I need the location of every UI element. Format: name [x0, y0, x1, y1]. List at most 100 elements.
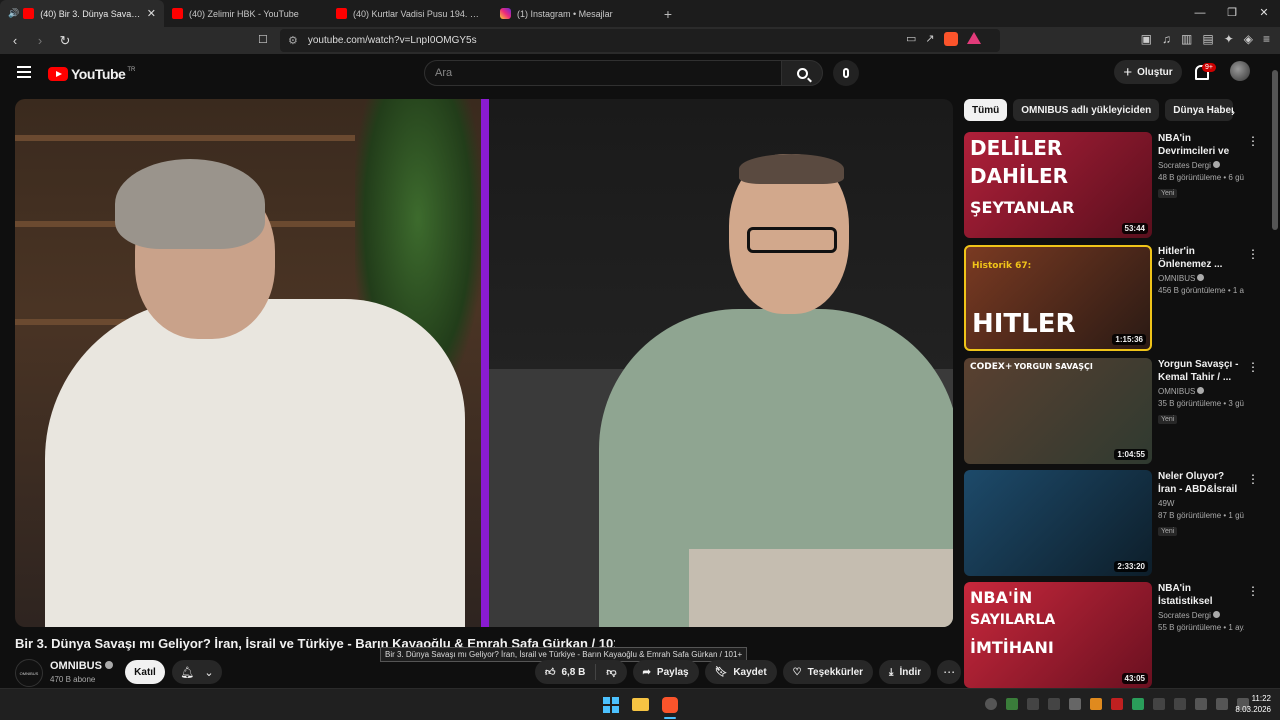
bookmark-icon[interactable]: ☐: [258, 33, 268, 46]
file-explorer-icon[interactable]: [632, 698, 649, 711]
browser-tab-2[interactable]: (40) Kurtlar Vadisi Pusu 194. Bölüm -: [328, 0, 492, 27]
hamburger-menu-icon[interactable]: [17, 66, 31, 78]
tray-app-icon[interactable]: [1048, 698, 1060, 710]
menu-icon[interactable]: ≡: [1263, 32, 1270, 46]
notification-settings-button[interactable]: 🔔︎ ⌄: [172, 660, 222, 684]
leo-ai-icon[interactable]: ✦: [1224, 32, 1234, 46]
bookmark-save-icon: 🔖︎: [714, 666, 728, 678]
recommendation-item[interactable]: DELİLER DAHİLER ŞEYTANLAR 53:44 NBA'in D…: [964, 132, 1264, 238]
new-tab-button[interactable]: +: [656, 0, 680, 27]
like-button[interactable]: 👍︎ 6,8 B: [535, 660, 595, 684]
save-button[interactable]: 🔖︎ Kaydet: [704, 660, 777, 684]
video-thumbnail[interactable]: DELİLER DAHİLER ŞEYTANLAR 53:44: [964, 132, 1152, 238]
close-window-button[interactable]: ✕: [1248, 0, 1280, 27]
browser-tab-0[interactable]: 🔊 (40) Bir 3. Dünya Savaşı mı Geliyor? ✕: [0, 0, 164, 27]
thanks-button[interactable]: ♡ Teşekkürler: [782, 660, 874, 684]
recommendation-item[interactable]: NBA'İN SAYILARLA İMTİHANI 43:05 NBA'in İ…: [964, 582, 1264, 688]
kebab-menu-icon[interactable]: ⋮: [1247, 472, 1259, 486]
chevron-right-icon[interactable]: ›: [1231, 105, 1235, 119]
rec-title[interactable]: Yorgun Savaşçı - Kemal Tahir / ...: [1158, 358, 1244, 384]
wallet-icon[interactable]: ▤: [1202, 32, 1213, 46]
kebab-menu-icon[interactable]: ⋮: [1247, 584, 1259, 598]
rec-title[interactable]: Hitler'in Önlenemez ...: [1158, 245, 1244, 271]
screenshot-icon[interactable]: ▣: [1141, 32, 1152, 46]
search-button[interactable]: [781, 60, 823, 86]
brave-rewards-icon[interactable]: [966, 32, 981, 44]
sidebar-icon[interactable]: ▥: [1181, 32, 1192, 46]
system-clock[interactable]: 11:22 8.03.2026: [1231, 693, 1271, 715]
video-frame-right: [489, 99, 953, 627]
kebab-menu-icon[interactable]: ⋮: [1247, 360, 1259, 374]
youtube-icon: [336, 8, 347, 19]
recommendation-item[interactable]: CODEX+ YORGUN SAVAŞÇI 1:04:55 Yorgun Sav…: [964, 358, 1264, 464]
share-page-icon[interactable]: ↗: [925, 32, 934, 46]
forward-icon[interactable]: ›: [30, 33, 50, 48]
rec-channel[interactable]: Socrates Dergi: [1158, 161, 1244, 170]
chip-from-uploader[interactable]: OMNIBUS adlı yükleyiciden: [1013, 99, 1160, 121]
thumb-text: CODEX+: [970, 362, 1013, 372]
windows-start-icon[interactable]: [603, 697, 619, 713]
rec-channel[interactable]: OMNIBUS: [1158, 387, 1244, 396]
volume-icon[interactable]: [1216, 698, 1228, 710]
chip-all[interactable]: Tümü: [964, 99, 1008, 121]
download-button[interactable]: ⤓ İndir: [879, 660, 932, 684]
back-icon[interactable]: ‹: [5, 33, 25, 48]
cast-icon[interactable]: ▭: [906, 32, 916, 46]
rec-title[interactable]: NBA'in Devrimcileri ve İmza ...: [1158, 132, 1244, 158]
rec-channel[interactable]: Socrates Dergi: [1158, 611, 1244, 620]
youtube-logo[interactable]: YouTube TR: [48, 66, 135, 82]
rec-title[interactable]: Neler Oluyor? İran - ABD&İsrail ...: [1158, 470, 1244, 496]
kebab-menu-icon[interactable]: ⋮: [1247, 134, 1259, 148]
address-bar[interactable]: ⚙ youtube.com/watch?v=LnpI0OMGY5s: [280, 29, 1000, 52]
rec-channel[interactable]: OMNIBUS: [1158, 274, 1244, 283]
channel-avatar[interactable]: OMNIBUS: [15, 659, 43, 687]
share-button[interactable]: ➦ Paylaş: [632, 660, 699, 684]
kebab-menu-icon[interactable]: ⋮: [1247, 247, 1259, 261]
minimize-button[interactable]: —: [1184, 0, 1216, 27]
create-button[interactable]: + Oluştur: [1114, 60, 1182, 84]
video-thumbnail[interactable]: Historik 67: HITLER 1:15:36: [964, 245, 1152, 351]
usb-icon[interactable]: [1153, 698, 1165, 710]
scrollbar-thumb[interactable]: [1272, 70, 1278, 230]
rec-channel[interactable]: 49W: [1158, 499, 1244, 508]
like-dislike-group: 👍︎ 6,8 B 👎︎: [535, 660, 627, 684]
recommendation-item[interactable]: Historik 67: HITLER 1:15:36 Hitler'in Ön…: [964, 245, 1264, 351]
tray-app-icon[interactable]: [1027, 698, 1039, 710]
tray-app-icon[interactable]: [1090, 698, 1102, 710]
nvidia-icon[interactable]: [1006, 698, 1018, 710]
video-thumbnail[interactable]: 2:33:20: [964, 470, 1152, 576]
video-player[interactable]: [15, 99, 953, 627]
new-badge: Yeni: [1158, 415, 1178, 424]
network-icon[interactable]: [1195, 698, 1207, 710]
reload-icon[interactable]: ↻: [55, 33, 75, 49]
join-button[interactable]: Katıl: [125, 660, 165, 684]
music-icon[interactable]: ♫: [1162, 32, 1171, 46]
site-settings-icon[interactable]: ⚙: [288, 34, 298, 47]
tray-app-icon[interactable]: [1132, 698, 1144, 710]
close-tab-icon[interactable]: ✕: [147, 7, 156, 20]
more-actions-button[interactable]: ⋯: [937, 660, 962, 684]
voice-search-button[interactable]: [833, 60, 859, 86]
tray-app-icon[interactable]: [1111, 698, 1123, 710]
browser-extensions: ▣ ♫ ▥ ▤ ✦ ◈ ≡: [1141, 32, 1270, 46]
dislike-button[interactable]: 👎︎: [596, 660, 626, 684]
user-avatar[interactable]: [1230, 61, 1250, 81]
search-input[interactable]: Ara: [424, 60, 782, 86]
rec-title[interactable]: NBA'in İstatistiksel Tarihi: Box Score,.…: [1158, 582, 1244, 608]
brave-shields-icon[interactable]: [943, 32, 958, 46]
bluetooth-icon[interactable]: [1174, 698, 1186, 710]
browser-tab-3[interactable]: (1) Instagram • Mesajlar: [492, 0, 656, 27]
restore-button[interactable]: ❐: [1216, 0, 1248, 27]
brave-browser-icon[interactable]: [662, 697, 678, 713]
vpn-icon[interactable]: ◈: [1244, 32, 1253, 46]
tab-title: (40) Kurtlar Vadisi Pusu 194. Bölüm -: [353, 8, 484, 19]
browser-tab-1[interactable]: (40) Zelimir HBK - YouTube: [164, 0, 328, 27]
recommendation-item[interactable]: 2:33:20 Neler Oluyor? İran - ABD&İsrail …: [964, 470, 1264, 576]
tray-app-icon[interactable]: [985, 698, 997, 710]
tray-app-icon[interactable]: [1069, 698, 1081, 710]
host-hair: [739, 154, 844, 184]
channel-name[interactable]: OMNIBUS: [50, 660, 113, 672]
video-thumbnail[interactable]: CODEX+ YORGUN SAVAŞÇI 1:04:55: [964, 358, 1152, 464]
video-thumbnail[interactable]: NBA'İN SAYILARLA İMTİHANI 43:05: [964, 582, 1152, 688]
chip-world-news[interactable]: Dünya Haberleri: [1165, 99, 1234, 121]
